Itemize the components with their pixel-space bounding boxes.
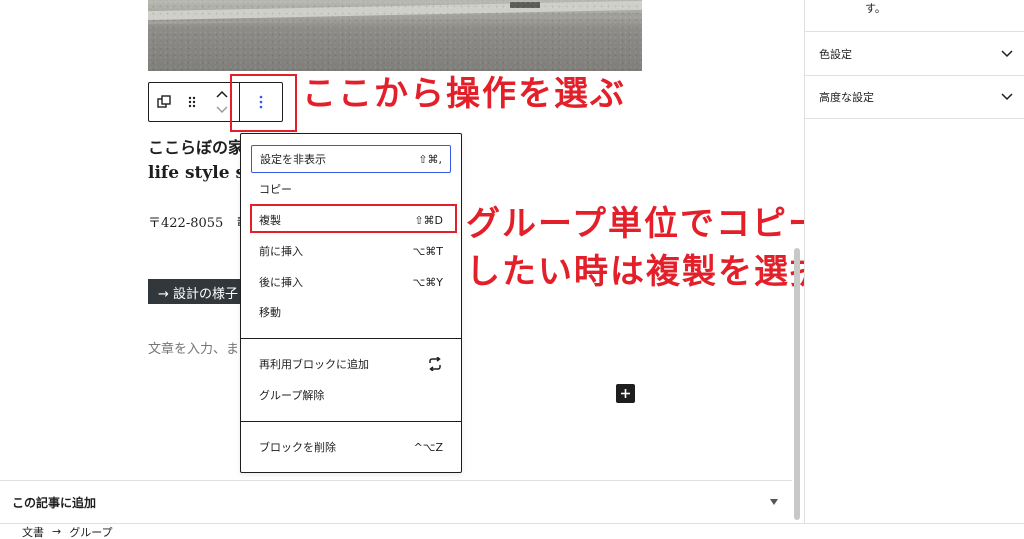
sidebar-text-fragment: す。 (865, 2, 886, 15)
menu-item-shortcut: ⌥⌘Y (412, 275, 443, 289)
menu-item-shortcut: ⇧⌘, (418, 152, 442, 166)
menu-item-shortcut: ⌥⌘T (412, 244, 443, 258)
select-parent-icon (157, 95, 171, 108)
menu-item-label: コピー (259, 183, 292, 196)
block-options-menu: 設定を非表示 ⇧⌘, コピー 複製 ⇧⌘D 前に挿入 ⌥⌘T 後に挿入 ⌥⌘Y … (240, 133, 462, 473)
editor-scrollbar[interactable] (794, 248, 800, 520)
menu-item-remove-block[interactable]: ブロックを削除 ^⌥Z (251, 433, 451, 461)
plus-icon (621, 389, 630, 398)
menu-item-shortcut: ^⌥Z (413, 440, 443, 454)
toolbar-parent-group (149, 83, 240, 121)
drag-handle-icon (188, 96, 196, 108)
menu-item-hide-settings[interactable]: 設定を非表示 ⇧⌘, (251, 145, 451, 173)
image-texture (148, 0, 642, 71)
menu-item-insert-after[interactable]: 後に挿入 ⌥⌘Y (251, 268, 451, 296)
menu-separator (241, 338, 461, 339)
caret-down-icon (770, 499, 778, 505)
address-text[interactable]: 〒422-8055 (148, 212, 223, 231)
add-block-button[interactable] (616, 384, 635, 403)
reusable-arrows-icon (429, 357, 441, 371)
chevron-down-icon (1001, 93, 1013, 101)
panel-label: 色設定 (819, 47, 852, 61)
drag-handle-button[interactable] (179, 83, 205, 121)
paragraph-placeholder[interactable]: 文章を入力、または (148, 338, 242, 357)
breadcrumb: 文書 → グループ (0, 523, 1024, 539)
breadcrumb-item-group[interactable]: グループ (69, 524, 112, 539)
menu-item-label: 設定を非表示 (260, 153, 326, 166)
design-link-button[interactable]: → 設計の様子 (148, 279, 242, 304)
chevron-down-icon (1001, 49, 1013, 57)
menu-item-label: 前に挿入 (259, 245, 303, 258)
move-up-down-icon (216, 90, 228, 114)
breadcrumb-item-document[interactable]: 文書 (22, 524, 44, 539)
menu-item-copy[interactable]: コピー (251, 175, 451, 203)
panel-advanced-settings[interactable]: 高度な設定 (805, 75, 1024, 119)
panel-label: 高度な設定 (819, 91, 874, 104)
select-parent-button[interactable] (149, 83, 179, 121)
menu-separator (241, 421, 461, 422)
menu-item-label: 後に挿入 (259, 276, 303, 289)
annotation-duplicate-hint-line-1: グループ単位でコピー (466, 204, 824, 244)
heading-line-2[interactable]: life style s (148, 160, 240, 186)
menu-item-insert-before[interactable]: 前に挿入 ⌥⌘T (251, 237, 451, 265)
menu-item-add-reusable[interactable]: 再利用ブロックに追加 (251, 350, 451, 378)
heading-line-1[interactable]: ここらぼの家 (148, 135, 240, 161)
menu-item-label: ブロックを削除 (259, 441, 336, 454)
annotation-box-duplicate (250, 204, 457, 233)
metabox-add-to-article[interactable]: この記事に追加 (0, 480, 792, 523)
menu-item-label: 移動 (259, 306, 281, 319)
annotation-duplicate-hint-line-2: したい時は複製を選択 (466, 252, 826, 292)
settings-sidebar: す。 色設定 高度な設定 (804, 0, 1024, 523)
annotation-toolbar-hint: ここから操作を選ぶ (302, 74, 626, 114)
breadcrumb-separator: → (52, 525, 62, 538)
image-block[interactable] (148, 0, 642, 71)
menu-item-label: 再利用ブロックに追加 (259, 358, 369, 371)
panel-color-settings[interactable]: 色設定 (805, 31, 1024, 75)
metabox-title: この記事に追加 (12, 495, 97, 510)
menu-item-label: グループ解除 (259, 389, 325, 402)
menu-item-ungroup[interactable]: グループ解除 (251, 381, 451, 409)
menu-item-move[interactable]: 移動 (251, 298, 451, 326)
annotation-box-more-options (230, 74, 297, 132)
